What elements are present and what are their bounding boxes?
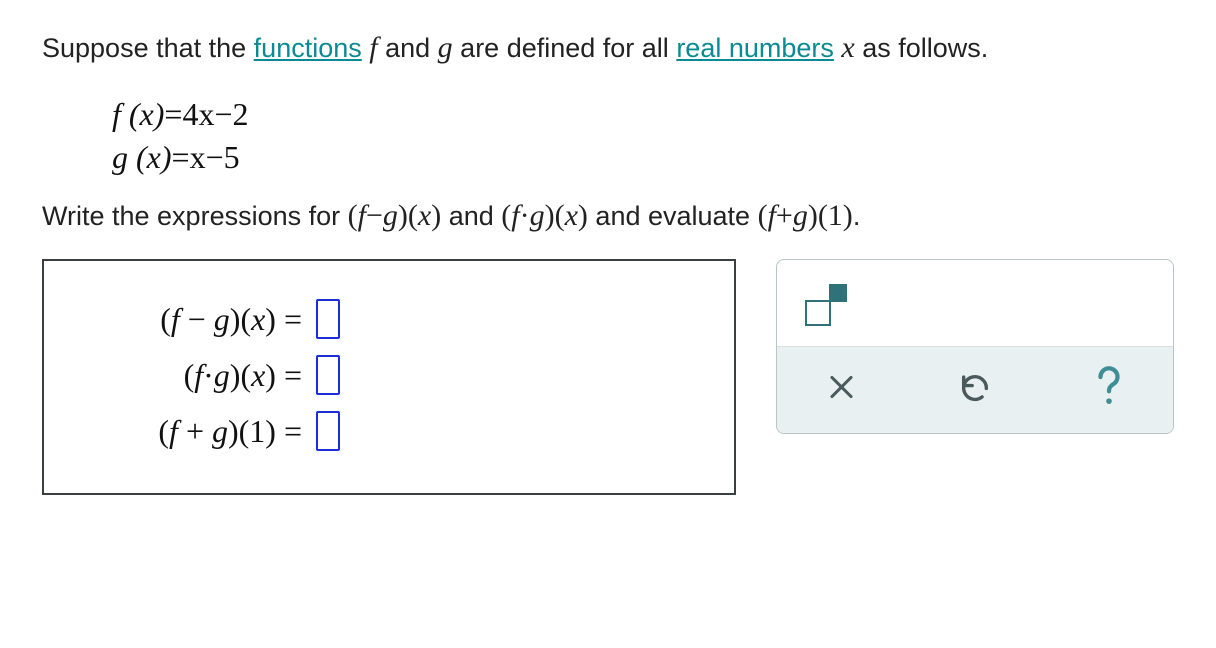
intro-text-mid3: are defined for all	[453, 33, 677, 63]
answer-row-1: (f − g)(x) =	[72, 299, 706, 339]
exponent-base-icon	[805, 300, 831, 326]
intro-text-mid2: and	[378, 33, 438, 63]
answer-1-label: (f − g)(x) =	[72, 301, 302, 338]
answer-2-label: (f·g)(x) =	[72, 357, 302, 394]
help-button[interactable]	[1085, 363, 1133, 411]
answer-3-label: (f + g)(1) =	[72, 413, 302, 450]
exponent-power-icon	[829, 284, 847, 302]
task-mid2: and evaluate	[588, 201, 758, 231]
intro-text-post: as follows.	[855, 33, 989, 63]
answer-row-3: (f + g)(1) =	[72, 411, 706, 451]
answer-3-input[interactable]	[316, 411, 340, 451]
clear-button[interactable]	[817, 363, 865, 411]
exponent-button[interactable]	[801, 282, 853, 330]
task-pre: Write the expressions for	[42, 201, 348, 231]
toolbox-templates	[777, 260, 1173, 346]
def-f: f (x)=4x−2	[112, 93, 1174, 136]
answer-box: (f − g)(x) = (f·g)(x) = (f + g)(1) =	[42, 259, 736, 495]
function-definitions: f (x)=4x−2 g (x)=x−5	[112, 93, 1174, 179]
task-expr-3: (f+g)(1)	[758, 199, 853, 232]
answer-row-2: (f·g)(x) =	[72, 355, 706, 395]
undo-button[interactable]	[951, 363, 999, 411]
close-icon	[828, 374, 854, 400]
answer-1-input[interactable]	[316, 299, 340, 339]
intro-x: x	[841, 31, 854, 64]
def-g-eq: =	[172, 139, 190, 175]
task-expr-1: (f−g)(x)	[348, 199, 442, 232]
def-f-eq: =	[164, 96, 182, 132]
answer-2-input[interactable]	[316, 355, 340, 395]
intro-text-pre: Suppose that the	[42, 33, 254, 63]
def-f-lhs: f (x)	[112, 96, 164, 132]
task-expr-2: (f·g)(x)	[501, 199, 588, 232]
task-post: .	[853, 201, 861, 231]
toolbox-actions	[777, 346, 1173, 433]
undo-icon	[958, 370, 992, 404]
question-icon	[1092, 365, 1126, 409]
intro-g: g	[438, 31, 453, 64]
problem-intro: Suppose that the functions f and g are d…	[42, 28, 1174, 67]
task-mid1: and	[441, 201, 501, 231]
def-g-lhs: g (x)	[112, 139, 172, 175]
intro-f: f	[369, 31, 377, 64]
def-g: g (x)=x−5	[112, 136, 1174, 179]
def-f-rhs: 4x−2	[182, 96, 248, 132]
real-numbers-link[interactable]: real numbers	[676, 33, 834, 63]
task-instructions: Write the expressions for (f−g)(x) and (…	[42, 199, 1174, 233]
def-g-rhs: x−5	[190, 139, 240, 175]
toolbox	[776, 259, 1174, 434]
functions-link[interactable]: functions	[254, 33, 362, 63]
